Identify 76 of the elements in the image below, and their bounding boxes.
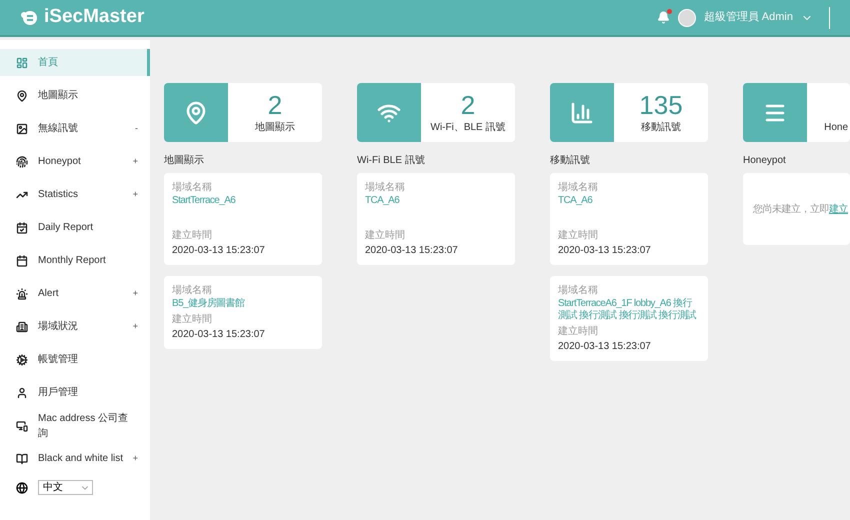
expander-sign: + bbox=[132, 188, 138, 201]
map-pin-icon bbox=[184, 100, 208, 124]
site-name: B5_健身房圖書館 bbox=[172, 298, 246, 310]
created-time: 2020-03-13 15:23:07 bbox=[365, 244, 459, 258]
image-icon bbox=[16, 122, 28, 134]
sidebar-item[interactable]: Alert + bbox=[0, 280, 150, 307]
map-pin-icon bbox=[16, 90, 28, 102]
sidebar-item[interactable]: 帳號管理 bbox=[0, 346, 150, 373]
avatar bbox=[678, 8, 696, 26]
sidebar-item[interactable]: Daily Report bbox=[0, 214, 150, 241]
logo-icon bbox=[20, 10, 40, 26]
sidebar-item[interactable]: Monthly Report bbox=[0, 247, 150, 274]
stat-label: 移動訊號 bbox=[641, 120, 681, 135]
fingerprint-icon bbox=[16, 156, 28, 168]
field-label: 建立時間 bbox=[558, 324, 599, 339]
expander-sign: + bbox=[132, 286, 138, 300]
expander-sign: + bbox=[132, 154, 138, 168]
notification-bell[interactable] bbox=[656, 11, 670, 24]
app-logo: iSecMaster bbox=[44, 5, 144, 30]
field-label: 場域名稱 bbox=[558, 180, 599, 195]
siren-icon bbox=[16, 288, 28, 300]
monitor-icon bbox=[16, 420, 28, 432]
sidebar-item[interactable]: Black and white list + bbox=[0, 445, 150, 472]
section-title: Honeypot bbox=[743, 154, 787, 168]
stat-count: 2 bbox=[268, 90, 282, 120]
sidebar-item[interactable]: 無線訊號 - bbox=[0, 115, 150, 142]
created-time: 2020-03-13 15:23:07 bbox=[558, 244, 652, 258]
bell-icon bbox=[656, 11, 670, 24]
sidebar-item[interactable]: Statistics + bbox=[0, 181, 150, 208]
stat-count: 2 bbox=[460, 90, 476, 120]
stat-label: 地圖顯示 bbox=[255, 120, 295, 135]
sidebar-item[interactable]: 地圖顯示 bbox=[0, 82, 150, 109]
stat-label: Wi-Fi、BLE 訊號 bbox=[430, 120, 506, 135]
record-card[interactable]: 場域名稱 StartTerraceA6_1F lobby_A6 換行測試 換行測試 換行測試 換行測試 建立時間 2020-03-13 15:23:07 bbox=[550, 276, 708, 361]
globe-icon bbox=[16, 482, 28, 494]
created-time: 2020-03-13 15:23:07 bbox=[558, 340, 652, 354]
gear-icon bbox=[16, 354, 28, 366]
language-select[interactable]: 中文 bbox=[38, 480, 93, 495]
book-icon bbox=[16, 452, 28, 464]
sidebar-item[interactable]: 場域狀況 + bbox=[0, 313, 150, 340]
field-label: 場域名稱 bbox=[172, 180, 213, 195]
field-label: 場域名稱 bbox=[365, 180, 406, 195]
created-time: 2020-03-13 15:23:07 bbox=[172, 244, 266, 258]
site-name: StartTerrace_A6 bbox=[172, 195, 236, 207]
sidebar-item[interactable]: 用戶管理 bbox=[0, 379, 150, 406]
section-title: Wi-Fi BLE 訊號 bbox=[357, 154, 426, 168]
dashboard-icon bbox=[16, 56, 28, 68]
user-icon bbox=[16, 386, 28, 398]
field-label: 建立時間 bbox=[172, 228, 213, 243]
stat-label: Hone bbox=[824, 121, 848, 135]
record-card[interactable]: 場域名稱 TCA_A6 建立時間 2020-03-13 15:23:07 bbox=[550, 173, 708, 265]
expander-sign: - bbox=[135, 122, 138, 135]
expander-sign: + bbox=[132, 320, 138, 333]
section-title: 移動訊號 bbox=[550, 154, 591, 168]
site-name: StartTerraceA6_1F lobby_A6 換行測試 換行測試 換行測試 換行測試 bbox=[558, 298, 698, 322]
created-time: 2020-03-13 15:23:07 bbox=[172, 328, 266, 342]
record-card[interactable]: 場域名稱 StartTerrace_A6 建立時間 2020-03-13 15:23:07 bbox=[164, 173, 322, 265]
sidebar-item[interactable]: Honeypot + bbox=[0, 148, 150, 175]
sidebar-item[interactable]: Mac address 公司查詢 bbox=[0, 412, 150, 439]
record-card[interactable]: 場域名稱 B5_健身房圖書館 建立時間 2020-03-13 15:23:07 bbox=[164, 276, 322, 349]
field-label: 建立時間 bbox=[172, 312, 213, 327]
field-label: 建立時間 bbox=[558, 228, 599, 243]
field-label: 場域名稱 bbox=[172, 284, 213, 298]
calendar-check-icon bbox=[16, 222, 28, 234]
bar-chart-icon bbox=[570, 100, 594, 124]
field-label: 場域名稱 bbox=[558, 284, 599, 298]
site-name: TCA_A6 bbox=[365, 195, 400, 207]
stat-count: 135 bbox=[639, 90, 683, 120]
expander-sign: + bbox=[132, 452, 138, 465]
site-name: TCA_A6 bbox=[558, 195, 594, 207]
section-title: 地圖顯示 bbox=[164, 154, 205, 168]
empty-message: 您尚未建立，立即建立 bbox=[753, 202, 848, 216]
record-card[interactable]: 場域名稱 TCA_A6 建立時間 2020-03-13 15:23:07 bbox=[357, 173, 515, 265]
field-label: 建立時間 bbox=[365, 228, 406, 243]
calendar-icon bbox=[16, 254, 28, 266]
building-icon bbox=[16, 320, 28, 332]
